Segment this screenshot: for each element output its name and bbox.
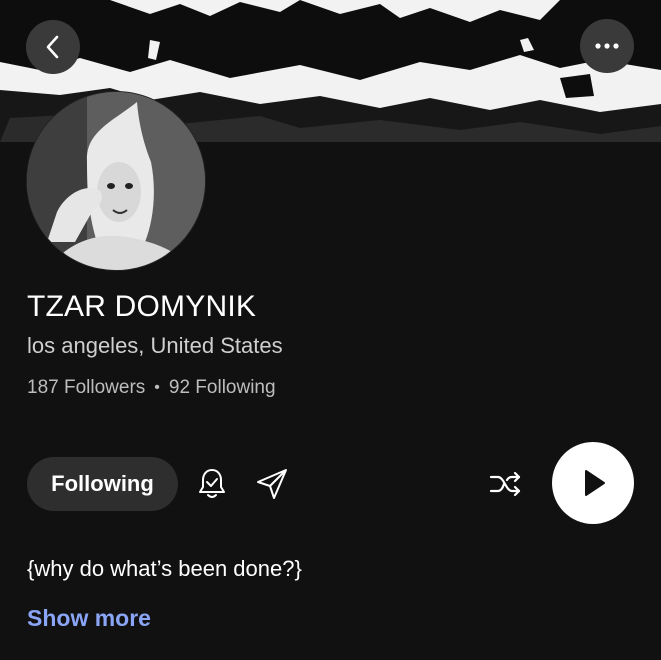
stats-separator: • bbox=[154, 379, 160, 396]
avatar[interactable] bbox=[27, 92, 205, 270]
profile-name: TZAR DOMYNIK bbox=[27, 290, 257, 323]
share-button[interactable] bbox=[252, 464, 292, 504]
more-options-button[interactable] bbox=[580, 19, 634, 73]
back-button[interactable] bbox=[26, 20, 80, 74]
avatar-image bbox=[27, 92, 205, 270]
chevron-left-icon bbox=[46, 35, 59, 59]
send-icon bbox=[257, 469, 287, 499]
profile-location: los angeles, United States bbox=[27, 333, 283, 358]
bell-check-icon bbox=[199, 469, 225, 498]
followers-count[interactable]: 187 Followers bbox=[27, 377, 145, 399]
show-more-link[interactable]: Show more bbox=[27, 605, 151, 632]
shuffle-icon bbox=[489, 471, 521, 497]
shuffle-button[interactable] bbox=[486, 464, 526, 504]
play-button[interactable] bbox=[552, 442, 634, 524]
following-button[interactable]: Following bbox=[27, 457, 178, 511]
following-count[interactable]: 92 Following bbox=[169, 377, 276, 399]
play-icon bbox=[585, 470, 605, 496]
ellipsis-icon bbox=[595, 43, 619, 49]
profile-stats: 187 Followers • 92 Following bbox=[27, 377, 276, 399]
profile-bio: {why do what’s been done?} bbox=[27, 556, 302, 581]
notifications-button[interactable] bbox=[192, 464, 232, 504]
